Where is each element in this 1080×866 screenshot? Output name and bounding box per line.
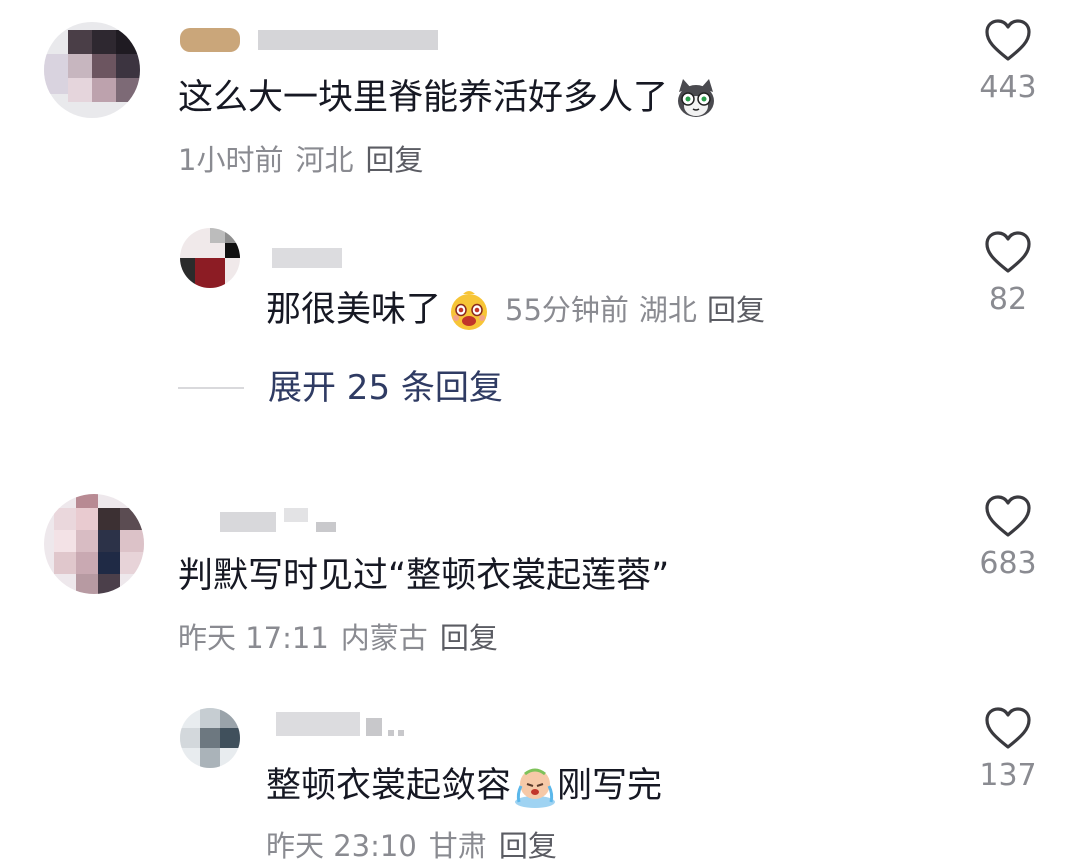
cat-emoji <box>678 79 715 117</box>
like-count: 137 <box>979 758 1037 793</box>
comment-time: 55分钟前 <box>505 293 629 327</box>
comment-meta: 1小时前 河北 回复 <box>178 140 435 180</box>
reply-button[interactable]: 回复 <box>499 829 557 863</box>
divider <box>178 387 244 389</box>
like-button[interactable]: 82 <box>968 230 1048 320</box>
username-redacted[interactable] <box>180 26 440 56</box>
like-button[interactable]: 443 <box>968 18 1048 108</box>
heart-outline-icon <box>985 19 1031 61</box>
comment-text: 这么大一块里脊能养活好多人了 <box>178 74 718 122</box>
comment-location: 内蒙古 <box>340 621 428 655</box>
like-count: 683 <box>979 546 1037 581</box>
username-redacted[interactable] <box>220 508 340 538</box>
username-redacted[interactable] <box>272 242 352 272</box>
username-redacted[interactable] <box>276 712 416 742</box>
like-count: 82 <box>988 282 1028 317</box>
comment-time: 昨天 23:10 <box>266 829 417 863</box>
heart-outline-icon <box>985 231 1031 273</box>
expand-replies-label: 展开 25 条回复 <box>268 368 503 408</box>
drooling-face-emoji <box>451 291 488 330</box>
comment-text: 整顿衣裳起敛容 刚写完 <box>266 766 663 808</box>
reply-button[interactable]: 回复 <box>440 621 498 655</box>
expand-replies-button[interactable]: 展开 25 条回复 <box>178 366 503 410</box>
comment-meta: 昨天 23:10 甘肃 回复 <box>266 826 569 866</box>
comment-time: 昨天 17:11 <box>178 621 329 655</box>
comment-time: 1小时前 <box>178 143 284 177</box>
comment-text: 那很美味了 55分钟前 湖北 回复 <box>266 286 775 334</box>
avatar[interactable] <box>180 708 240 768</box>
avatar[interactable] <box>44 22 140 118</box>
comment-text: 判默写时见过“整顿衣裳起莲蓉” <box>178 556 670 596</box>
reply-button[interactable]: 回复 <box>365 143 423 177</box>
reply-button[interactable]: 回复 <box>707 293 765 327</box>
comment-location: 湖北 <box>638 293 697 327</box>
heart-outline-icon <box>985 707 1031 749</box>
avatar[interactable] <box>180 228 240 288</box>
avatar[interactable] <box>44 494 144 594</box>
comment-location: 甘肃 <box>428 829 487 863</box>
like-button[interactable]: 683 <box>968 494 1048 584</box>
like-button[interactable]: 137 <box>968 706 1048 796</box>
crying-face-emoji <box>515 768 556 808</box>
like-count: 443 <box>979 70 1037 105</box>
comment-meta: 昨天 17:11 内蒙古 回复 <box>178 618 510 658</box>
heart-outline-icon <box>985 495 1031 537</box>
comment-location: 河北 <box>295 143 354 177</box>
comment-meta: 55分钟前 湖北 回复 <box>505 286 775 334</box>
